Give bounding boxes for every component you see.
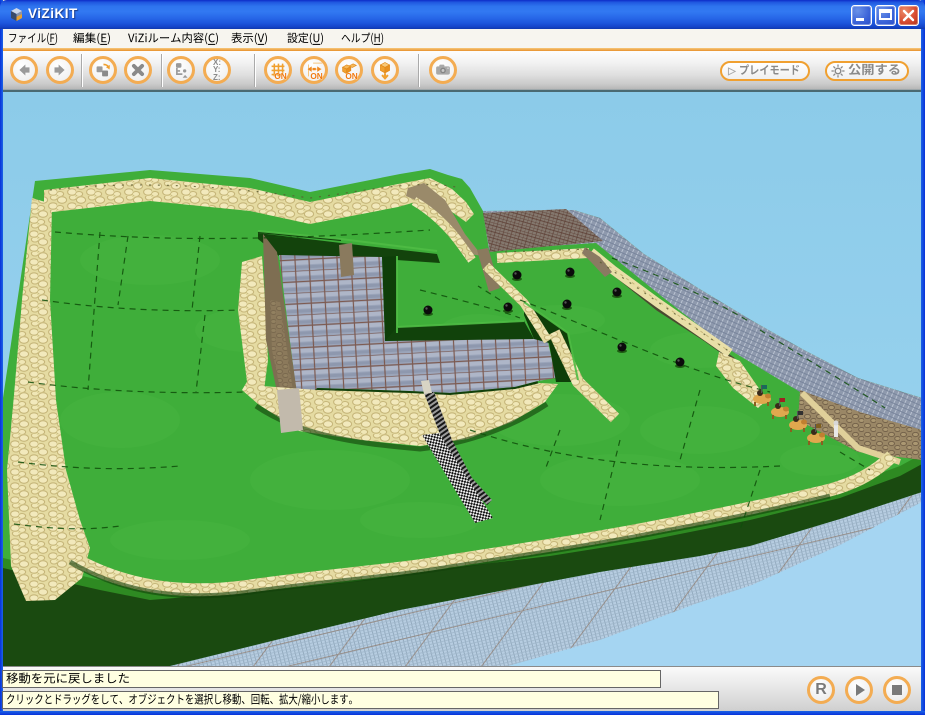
svg-text:ON: ON <box>274 72 286 81</box>
svg-text:ON: ON <box>310 72 322 81</box>
svg-text:ON: ON <box>345 72 357 81</box>
